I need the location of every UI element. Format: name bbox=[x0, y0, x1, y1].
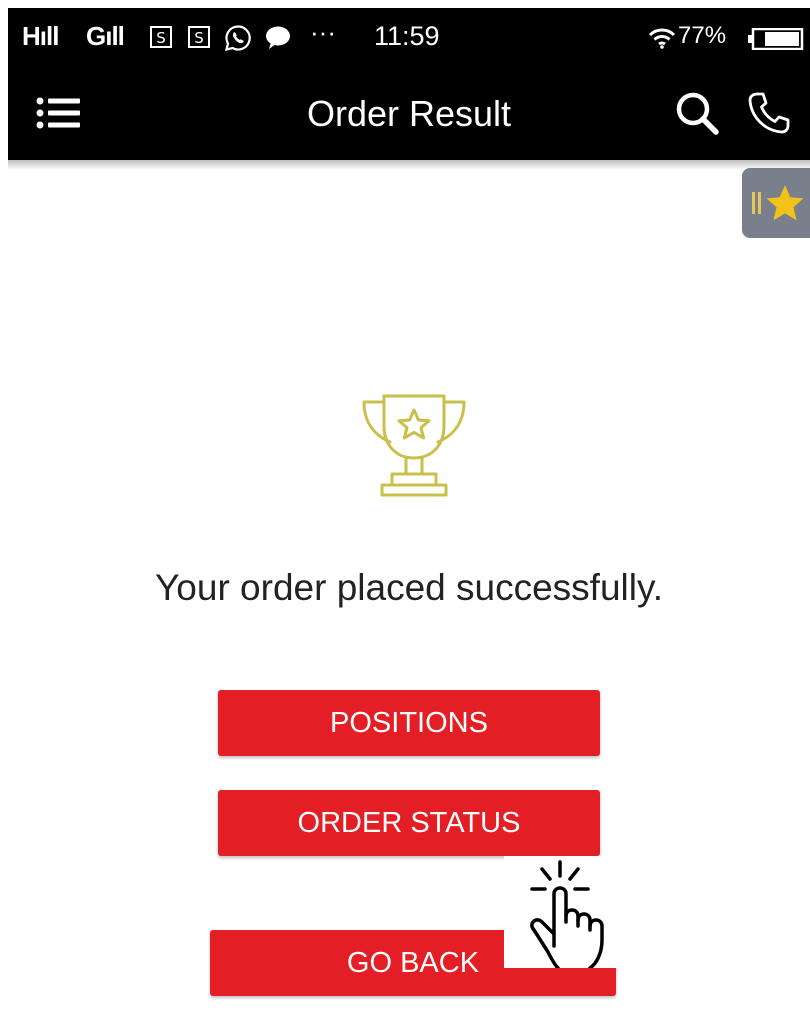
drag-handle-icon bbox=[752, 192, 761, 214]
status-bar: Hıll Gıll S S ··· 11:59 77% bbox=[8, 8, 810, 64]
svg-text:S: S bbox=[194, 29, 204, 47]
wifi-icon bbox=[648, 28, 676, 49]
chat-bubble-icon bbox=[266, 26, 290, 49]
whatsapp-icon bbox=[224, 25, 251, 52]
signal-1-text: Hıll bbox=[22, 21, 59, 51]
positions-button[interactable]: POSITIONS bbox=[218, 690, 600, 756]
menu-button[interactable] bbox=[30, 90, 86, 136]
call-button[interactable] bbox=[744, 88, 794, 138]
success-message: Your order placed successfully. bbox=[155, 567, 663, 608]
search-icon bbox=[676, 92, 719, 135]
tap-hand-icon bbox=[530, 860, 604, 970]
phone-icon bbox=[748, 92, 790, 134]
search-button[interactable] bbox=[672, 88, 722, 138]
sim-s-icon: S bbox=[188, 26, 210, 48]
more-notifications: ··· bbox=[310, 17, 336, 47]
order-status-button[interactable]: ORDER STATUS bbox=[218, 790, 600, 856]
signal-2-text: Gıll bbox=[86, 21, 125, 51]
trophy-icon bbox=[362, 394, 466, 497]
app-bar: Order Result bbox=[8, 64, 810, 160]
clock-time: 11:59 bbox=[374, 21, 440, 51]
svg-text:S: S bbox=[156, 29, 166, 47]
battery-percentage: 77% bbox=[678, 22, 727, 49]
app-screen: Hıll Gıll S S ··· 11:59 77% Order Result… bbox=[8, 8, 810, 1013]
menu-icon bbox=[36, 97, 80, 129]
star-icon bbox=[766, 185, 804, 221]
battery-icon bbox=[748, 28, 804, 50]
sim-s-icon: S bbox=[150, 26, 172, 48]
favorites-tab[interactable] bbox=[742, 168, 810, 238]
tap-hand-overlay bbox=[504, 856, 630, 970]
app-bar-shadow bbox=[8, 160, 810, 170]
